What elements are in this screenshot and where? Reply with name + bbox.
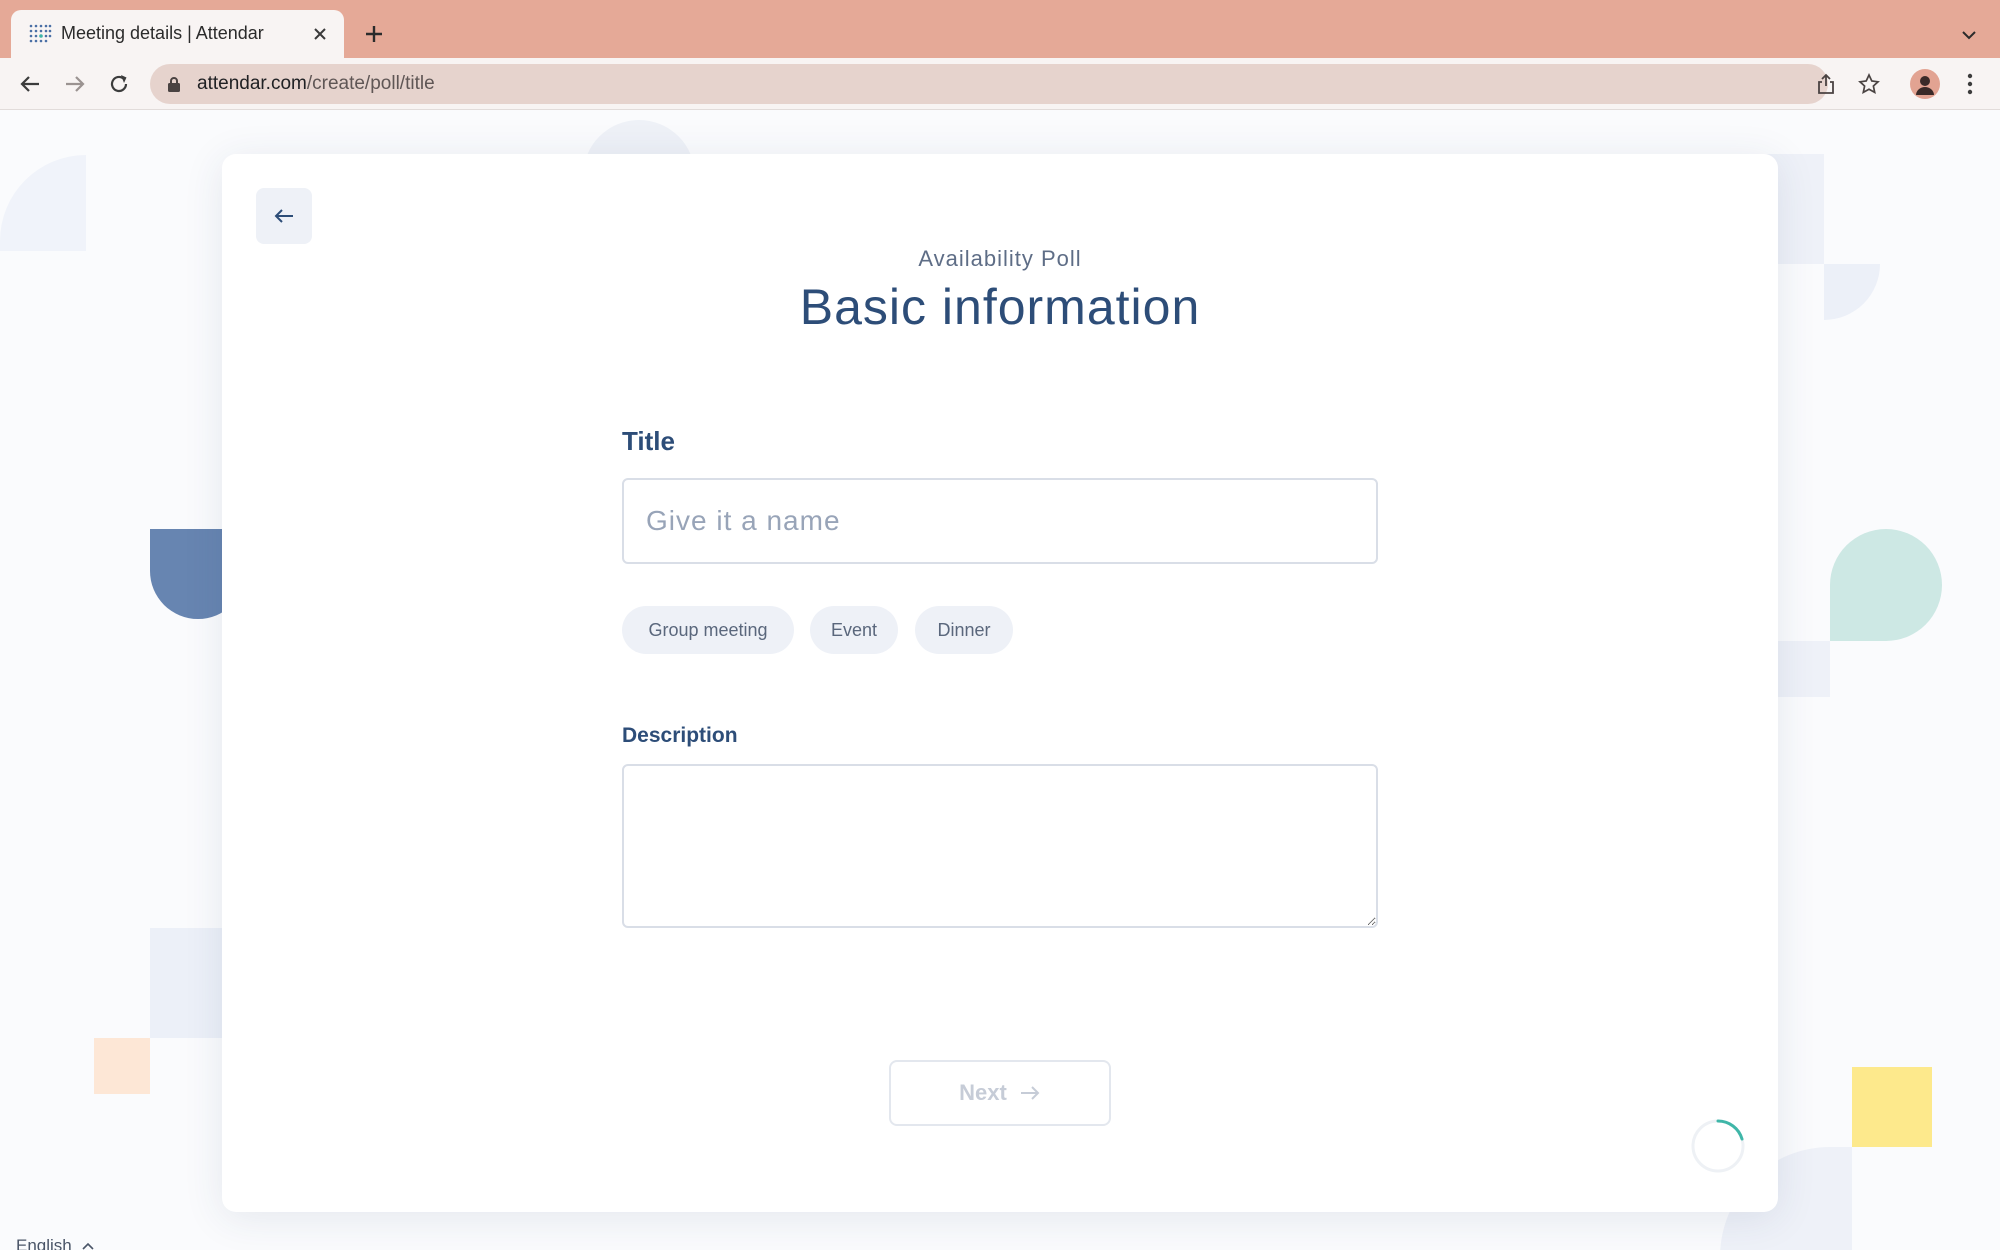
address-bar[interactable]: attendar.com/create/poll/title xyxy=(150,64,1880,104)
next-button[interactable]: Next xyxy=(889,1060,1111,1126)
browser-tab-bar: Meeting details | Attendar xyxy=(0,0,2000,58)
new-tab-plus-icon[interactable] xyxy=(360,20,388,48)
close-icon[interactable] xyxy=(308,22,332,46)
share-icon[interactable] xyxy=(1814,72,1838,96)
language-label: English xyxy=(16,1236,72,1250)
browser-tab-active[interactable]: Meeting details | Attendar xyxy=(11,10,344,58)
page-title: Basic information xyxy=(799,279,1201,335)
description-label: Description xyxy=(622,724,738,747)
decor-shape xyxy=(0,155,86,251)
decor-shape xyxy=(1852,1067,1932,1147)
description-textarea[interactable] xyxy=(622,764,1378,928)
forward-arrow-icon[interactable] xyxy=(60,69,90,99)
title-input[interactable] xyxy=(622,478,1378,564)
arrow-left-icon xyxy=(274,209,293,223)
decor-shape xyxy=(1824,264,1880,320)
chevron-down-icon[interactable] xyxy=(1956,22,1982,48)
language-switcher[interactable]: English xyxy=(16,1236,94,1250)
back-arrow-icon[interactable] xyxy=(15,69,45,99)
lock-icon xyxy=(168,77,180,92)
url-text: attendar.com/create/poll/title xyxy=(197,73,435,94)
suggestion-chip-event[interactable]: Event xyxy=(810,606,898,654)
chevron-up-icon xyxy=(82,1242,94,1250)
kebab-menu-icon[interactable] xyxy=(1956,69,1984,99)
suggestion-chip-group-meeting[interactable]: Group meeting xyxy=(622,606,794,654)
avatar-icon[interactable] xyxy=(1910,69,1940,99)
browser-toolbar: attendar.com/create/poll/title xyxy=(0,58,2000,110)
title-label: Title xyxy=(622,426,675,456)
poll-form-card: Availability Poll Basic information Titl… xyxy=(222,154,1778,1212)
tab-title: Meeting details | Attendar xyxy=(61,23,264,43)
decor-shape xyxy=(94,1038,150,1094)
page-subtitle: Availability Poll xyxy=(918,246,1082,271)
back-button[interactable] xyxy=(256,188,312,244)
reload-icon[interactable] xyxy=(104,69,134,99)
star-icon[interactable] xyxy=(1857,72,1881,96)
spinner-icon xyxy=(1691,1119,1745,1173)
decor-shape xyxy=(1830,529,1942,641)
attendar-dot-grid-icon xyxy=(29,24,52,43)
next-button-label: Next xyxy=(959,1080,1007,1105)
suggestion-chip-dinner[interactable]: Dinner xyxy=(915,606,1013,654)
page-body: Availability Poll Basic information Titl… xyxy=(0,110,2000,1250)
arrow-right-icon xyxy=(1020,1086,1040,1100)
